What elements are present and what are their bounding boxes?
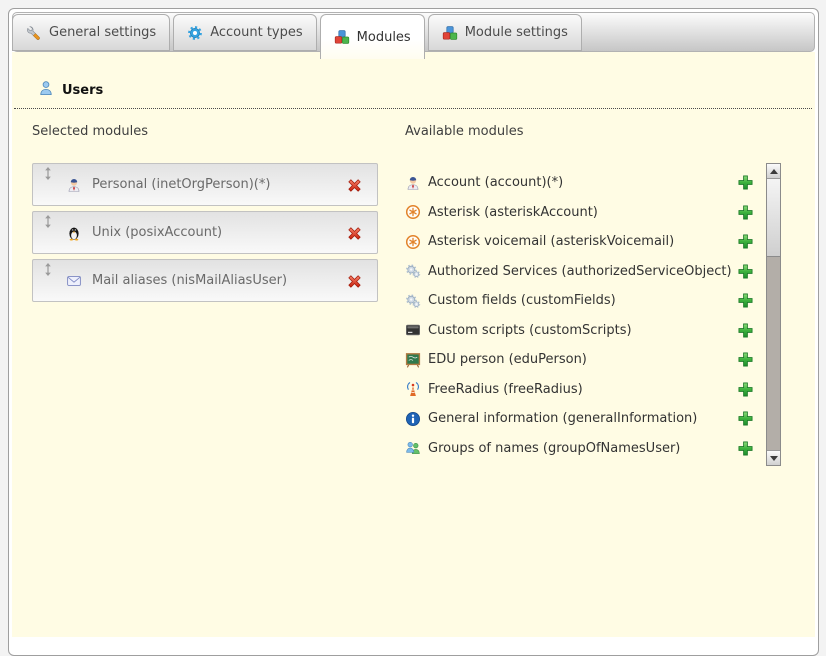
selected-modules-label: Selected modules [32,124,148,139]
selected-module-row[interactable]: Personal (inetOrgPerson)(*) [32,163,378,206]
module-label: FreeRadius (freeRadius) [428,382,583,397]
tab-account-types[interactable]: Account types [173,14,316,51]
available-module-row: EDU person (eduPerson) [405,345,757,375]
module-label: Unix (posixAccount) [92,225,222,240]
tab-label: Module settings [465,25,568,40]
available-module-row: Custom scripts (customScripts) [405,316,757,346]
available-modules-list: Account (account)(*) Asterisk (asteriskA… [405,168,757,463]
wrench-icon [26,25,42,41]
terminal-icon [405,322,421,338]
modules-icon [442,25,458,41]
asterisk-icon [405,234,421,250]
tab-label: Modules [357,30,411,45]
scroll-up-button[interactable] [767,164,780,179]
drag-handle-icon[interactable] [44,263,52,276]
module-label: Account (account)(*) [428,175,563,190]
tab-label: Account types [210,25,302,40]
module-label: Mail aliases (nisMailAliasUser) [92,273,287,288]
tab-module-settings[interactable]: Module settings [428,14,582,51]
person-icon [405,175,421,191]
module-label: EDU person (eduPerson) [428,352,587,367]
tab-modules[interactable]: Modules [320,14,425,59]
module-label: Authorized Services (authorizedServiceOb… [428,264,732,279]
group-icon [405,440,421,456]
module-label: General information (generalInformation) [428,411,697,426]
add-module-button[interactable] [737,204,754,221]
available-module-row: Asterisk (asteriskAccount) [405,198,757,228]
modules-icon [334,29,350,45]
module-label: Asterisk voicemail (asteriskVoicemail) [428,234,674,249]
available-module-row: Groups of names (groupOfNamesUser) [405,434,757,464]
blackboard-icon [405,352,421,368]
drag-handle-icon[interactable] [44,215,52,228]
add-module-button[interactable] [737,233,754,250]
add-module-button[interactable] [737,410,754,427]
tab-bar: General settings Account types Modules M… [12,12,815,52]
available-module-row: Authorized Services (authorizedServiceOb… [405,257,757,287]
gear-icon [187,25,203,41]
gears-icon [405,263,421,279]
arrow-down-icon [770,456,778,461]
module-label: Custom scripts (customScripts) [428,323,632,338]
add-module-button[interactable] [737,263,754,280]
available-modules-scrollbar[interactable] [766,163,781,466]
add-module-button[interactable] [737,440,754,457]
module-label: Groups of names (groupOfNamesUser) [428,441,680,456]
remove-module-button[interactable] [346,177,363,194]
selected-module-row[interactable]: Mail aliases (nisMailAliasUser) [32,259,378,302]
module-label: Custom fields (customFields) [428,293,616,308]
available-module-row: FreeRadius (freeRadius) [405,375,757,405]
selected-modules-list: Personal (inetOrgPerson)(*) Unix (posixA… [32,163,378,307]
available-module-row: General information (generalInformation) [405,404,757,434]
section-title: Users [62,83,103,98]
radio-icon [405,381,421,397]
scrollbar-thumb[interactable] [767,179,780,257]
scroll-down-button[interactable] [767,450,780,465]
user-icon [38,80,54,100]
drag-handle-icon[interactable] [44,167,52,180]
arrow-up-icon [770,169,778,174]
available-module-row: Asterisk voicemail (asteriskVoicemail) [405,227,757,257]
users-section-header: Users [38,80,103,100]
module-label: Asterisk (asteriskAccount) [428,205,598,220]
selected-module-row[interactable]: Unix (posixAccount) [32,211,378,254]
module-label: Personal (inetOrgPerson)(*) [92,177,270,192]
penguin-icon [66,225,82,241]
add-module-button[interactable] [737,174,754,191]
add-module-button[interactable] [737,322,754,339]
mail-icon [66,273,82,289]
gears-icon [405,293,421,309]
settings-window: General settings Account types Modules M… [8,8,819,656]
available-module-row: Account (account)(*) [405,168,757,198]
person-icon [66,177,82,193]
tab-general-settings[interactable]: General settings [12,14,170,51]
section-separator [14,108,812,109]
add-module-button[interactable] [737,381,754,398]
remove-module-button[interactable] [346,225,363,242]
info-icon [405,411,421,427]
tab-label: General settings [49,25,156,40]
add-module-button[interactable] [737,351,754,368]
remove-module-button[interactable] [346,273,363,290]
add-module-button[interactable] [737,292,754,309]
available-module-row: Custom fields (customFields) [405,286,757,316]
asterisk-icon [405,204,421,220]
modules-panel: Users Selected modules Available modules… [12,52,815,637]
available-modules-label: Available modules [405,124,523,139]
